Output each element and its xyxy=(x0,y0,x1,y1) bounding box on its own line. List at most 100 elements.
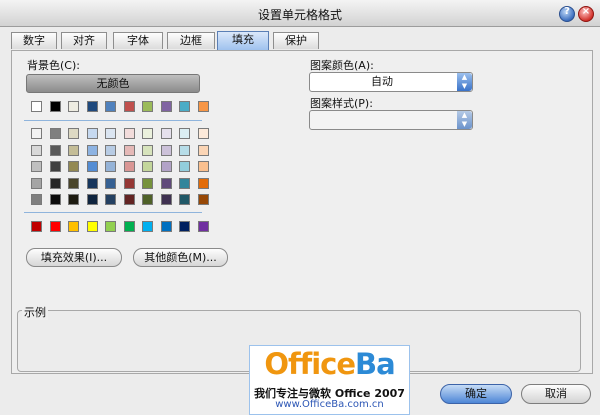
tint-row3-swatch-7[interactable] xyxy=(142,161,153,172)
standard-color-swatch-2[interactable] xyxy=(50,221,61,232)
tint-row4-swatch-7[interactable] xyxy=(142,178,153,189)
standard-color-swatch-8[interactable] xyxy=(161,221,172,232)
watermark-brand-left: Office xyxy=(264,347,356,381)
no-color-button[interactable]: 无颜色 xyxy=(26,74,200,93)
pattern-style-label: 图案样式(P): xyxy=(310,97,373,110)
standard-color-swatch-5[interactable] xyxy=(105,221,116,232)
tint-row4-swatch-4[interactable] xyxy=(87,178,98,189)
tint-row1-swatch-7[interactable] xyxy=(142,128,153,139)
tint-row4-swatch-6[interactable] xyxy=(124,178,135,189)
tint-row3-swatch-9[interactable] xyxy=(179,161,190,172)
standard-color-swatch-3[interactable] xyxy=(68,221,79,232)
sample-label: 示例 xyxy=(22,304,48,320)
tint-row1-swatch-3[interactable] xyxy=(68,128,79,139)
more-colors-button[interactable]: 其他颜色(M)... xyxy=(133,248,228,267)
tint-row5-swatch-1[interactable] xyxy=(31,194,42,205)
help-button[interactable]: ? xyxy=(559,6,575,22)
tint-row2-swatch-8[interactable] xyxy=(161,145,172,156)
fill-effects-button[interactable]: 填充效果(I)... xyxy=(26,248,122,267)
tint-row5-swatch-2[interactable] xyxy=(50,194,61,205)
tint-row4-swatch-1[interactable] xyxy=(31,178,42,189)
close-button[interactable]: × xyxy=(578,6,594,22)
tint-row4-swatch-9[interactable] xyxy=(179,178,190,189)
palette-divider-top xyxy=(24,120,202,121)
tint-row1-swatch-5[interactable] xyxy=(105,128,116,139)
background-color-label: 背景色(C): xyxy=(27,59,80,72)
pattern-color-select[interactable]: 自动 ▲ ▼ xyxy=(309,72,473,92)
tint-row2-swatch-4[interactable] xyxy=(87,145,98,156)
watermark-brand: OfficeBa xyxy=(250,347,409,381)
tab-number[interactable]: 数字 xyxy=(11,32,57,49)
tint-row1-swatch-10[interactable] xyxy=(198,128,209,139)
tint-row2-swatch-9[interactable] xyxy=(179,145,190,156)
tint-row4-swatch-3[interactable] xyxy=(68,178,79,189)
tint-row4-swatch-8[interactable] xyxy=(161,178,172,189)
updown-arrow-icon: ▲ ▼ xyxy=(457,111,472,129)
tint-row1-swatch-4[interactable] xyxy=(87,128,98,139)
tint-row4-swatch-5[interactable] xyxy=(105,178,116,189)
tab-fill[interactable]: 填充 xyxy=(217,31,269,50)
pattern-style-select[interactable]: ▲ ▼ xyxy=(309,110,473,130)
pattern-color-label: 图案颜色(A): xyxy=(310,59,374,72)
tint-row5-swatch-7[interactable] xyxy=(142,194,153,205)
tint-row5-swatch-10[interactable] xyxy=(198,194,209,205)
tint-row3-swatch-5[interactable] xyxy=(105,161,116,172)
help-icon: ? xyxy=(564,6,570,17)
tint-row1-swatch-1[interactable] xyxy=(31,128,42,139)
tint-row5-swatch-3[interactable] xyxy=(68,194,79,205)
theme-color-swatch-9[interactable] xyxy=(179,101,190,112)
officeba-watermark: OfficeBa 我们专注与微软 Office 2007 www.OfficeB… xyxy=(249,345,410,415)
tint-row2-swatch-6[interactable] xyxy=(124,145,135,156)
tint-row5-swatch-8[interactable] xyxy=(161,194,172,205)
tint-row1-swatch-6[interactable] xyxy=(124,128,135,139)
watermark-url: www.OfficeBa.com.cn xyxy=(275,399,384,410)
window-title: 设置单元格格式 xyxy=(257,8,342,22)
updown-arrow-icon: ▲ ▼ xyxy=(457,73,472,91)
theme-color-swatch-6[interactable] xyxy=(124,101,135,112)
tint-row2-swatch-3[interactable] xyxy=(68,145,79,156)
theme-color-swatch-7[interactable] xyxy=(142,101,153,112)
tint-row4-swatch-2[interactable] xyxy=(50,178,61,189)
tint-row5-swatch-5[interactable] xyxy=(105,194,116,205)
standard-color-swatch-10[interactable] xyxy=(198,221,209,232)
tint-row5-swatch-9[interactable] xyxy=(179,194,190,205)
tab-font[interactable]: 字体 xyxy=(113,32,163,49)
standard-color-swatch-1[interactable] xyxy=(31,221,42,232)
tint-row1-swatch-2[interactable] xyxy=(50,128,61,139)
tint-row5-swatch-6[interactable] xyxy=(124,194,135,205)
tint-row1-swatch-8[interactable] xyxy=(161,128,172,139)
tint-row4-swatch-10[interactable] xyxy=(198,178,209,189)
ok-button[interactable]: 确定 xyxy=(440,384,512,404)
tab-border[interactable]: 边框 xyxy=(167,32,215,49)
tab-alignment[interactable]: 对齐 xyxy=(61,32,107,49)
tint-row2-swatch-2[interactable] xyxy=(50,145,61,156)
standard-color-swatch-9[interactable] xyxy=(179,221,190,232)
close-icon: × xyxy=(581,6,591,17)
theme-color-swatch-1[interactable] xyxy=(31,101,42,112)
theme-color-swatch-2[interactable] xyxy=(50,101,61,112)
tint-row3-swatch-8[interactable] xyxy=(161,161,172,172)
cancel-button[interactable]: 取消 xyxy=(521,384,591,404)
tint-row3-swatch-1[interactable] xyxy=(31,161,42,172)
tint-row5-swatch-4[interactable] xyxy=(87,194,98,205)
theme-color-swatch-10[interactable] xyxy=(198,101,209,112)
tint-row3-swatch-2[interactable] xyxy=(50,161,61,172)
standard-color-swatch-4[interactable] xyxy=(87,221,98,232)
standard-color-swatch-7[interactable] xyxy=(142,221,153,232)
tint-row2-swatch-7[interactable] xyxy=(142,145,153,156)
tab-protection[interactable]: 保护 xyxy=(273,32,319,49)
tint-row2-swatch-1[interactable] xyxy=(31,145,42,156)
tint-row2-swatch-5[interactable] xyxy=(105,145,116,156)
palette-divider-bottom xyxy=(24,212,202,213)
theme-color-swatch-4[interactable] xyxy=(87,101,98,112)
tint-row1-swatch-9[interactable] xyxy=(179,128,190,139)
tint-row2-swatch-10[interactable] xyxy=(198,145,209,156)
standard-color-swatch-6[interactable] xyxy=(124,221,135,232)
tint-row3-swatch-3[interactable] xyxy=(68,161,79,172)
tint-row3-swatch-10[interactable] xyxy=(198,161,209,172)
tint-row3-swatch-6[interactable] xyxy=(124,161,135,172)
theme-color-swatch-5[interactable] xyxy=(105,101,116,112)
theme-color-swatch-3[interactable] xyxy=(68,101,79,112)
theme-color-swatch-8[interactable] xyxy=(161,101,172,112)
tint-row3-swatch-4[interactable] xyxy=(87,161,98,172)
